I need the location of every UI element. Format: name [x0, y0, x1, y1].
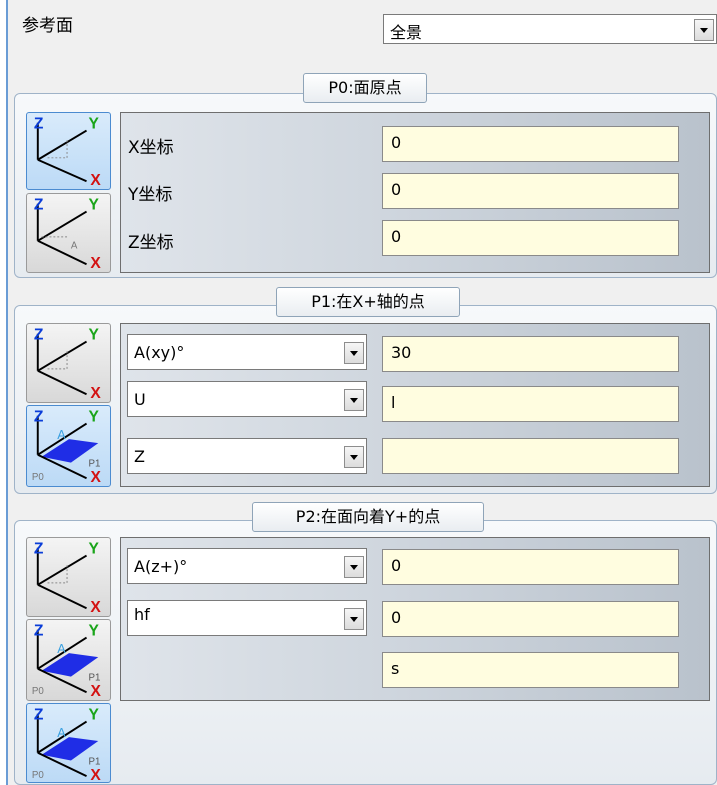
x-axis-label: X — [90, 469, 101, 486]
p1-angle-select[interactable]: A(xy)° — [127, 334, 367, 370]
angle-label: A — [57, 428, 66, 442]
axes-origin-icon: Z Y X — [34, 116, 102, 189]
axes-angle-icon: Z Y A X — [34, 197, 102, 272]
p1-axis-icon-button[interactable]: Z Y X — [26, 323, 111, 403]
axis-origin-icon-button[interactable]: Z Y X — [26, 112, 111, 190]
p2-hf-select-value: hf — [134, 605, 150, 624]
plane-p0-p1-icon: Z Y A P0 P1 X — [32, 409, 102, 486]
left-edge-bar — [0, 0, 8, 785]
y-coord-label: Y坐标 — [128, 185, 173, 205]
view-select[interactable]: 全景 — [383, 14, 717, 44]
p2-hf-select[interactable]: hf — [127, 600, 367, 636]
chevron-down-icon[interactable] — [344, 608, 364, 630]
chevron-down-icon[interactable] — [694, 19, 714, 41]
axis-angle-icon-button[interactable]: Z Y A X — [26, 193, 111, 273]
y-axis-label: Y — [89, 409, 100, 426]
chevron-down-icon[interactable] — [344, 556, 364, 578]
y-axis-label: Y — [88, 541, 99, 558]
p1-z-field[interactable] — [382, 438, 679, 474]
z-axis-label: Z — [34, 116, 44, 133]
view-select-value: 全景 — [390, 23, 423, 42]
y-axis-label: Y — [88, 197, 99, 214]
y-axis-label: Y — [88, 707, 99, 724]
x-axis-label: X — [90, 767, 101, 782]
x-axis-label: X — [90, 599, 101, 616]
p1-z-select[interactable]: Z — [127, 438, 367, 474]
axes-origin-icon: Z Y X — [34, 541, 102, 616]
x-axis-label: X — [90, 683, 101, 700]
y-axis-label: Y — [89, 623, 100, 640]
p1-z-select-value: Z — [134, 447, 145, 466]
chevron-down-icon[interactable] — [344, 389, 364, 411]
p2-hf-field[interactable]: 0 — [382, 601, 679, 637]
z-axis-label: Z — [34, 623, 44, 640]
p2-s-field[interactable]: s — [382, 652, 679, 688]
p1-point-label: P1 — [89, 458, 101, 469]
x-axis-label: X — [90, 172, 101, 189]
angle-label: A — [57, 726, 66, 740]
p1-angle-field[interactable]: 30 — [382, 336, 679, 372]
y-axis-label: Y — [88, 116, 99, 133]
y-axis-label: Y — [88, 327, 99, 344]
z-axis-label: Z — [34, 409, 44, 426]
p0-point-label: P0 — [32, 472, 45, 483]
z-axis-label: Z — [34, 707, 44, 724]
x-coord-label: X坐标 — [128, 138, 174, 158]
z-axis-label: Z — [34, 197, 44, 214]
p2-plane-icon-button[interactable]: Z Y A P0 P1 X — [26, 619, 111, 701]
p0-point-label: P0 — [32, 686, 45, 697]
chevron-down-icon[interactable] — [344, 342, 364, 364]
p1-u-select-value: U — [134, 390, 146, 409]
chevron-down-icon[interactable] — [344, 446, 364, 468]
p2-title: P2:在面向着Y+的点 — [252, 502, 484, 532]
plane-p0-p1-icon: Z Y A P0 P1 X — [32, 623, 102, 700]
x-axis-label: X — [90, 255, 101, 272]
x-axis-label: X — [90, 385, 101, 402]
p0-title: P0:面原点 — [303, 73, 427, 103]
p0-point-label: P0 — [32, 770, 45, 781]
p1-point-label: P1 — [89, 672, 101, 683]
p2-plane-active-icon-button[interactable]: Z Y A P0 P1 X — [26, 703, 111, 783]
p2-axis-icon-button[interactable]: Z Y X — [26, 537, 111, 617]
p1-plane-icon-button[interactable]: Z Y A P0 P1 X — [26, 405, 111, 487]
z-axis-label: Z — [34, 541, 44, 558]
p1-angle-select-value: A(xy)° — [134, 343, 185, 362]
angle-label: A — [71, 241, 78, 252]
p2-angle-select-value: A(z+)° — [134, 557, 188, 576]
reference-label: 参考面 — [22, 16, 73, 36]
p2-angle-field[interactable]: 0 — [382, 549, 679, 585]
p1-title: P1:在X+轴的点 — [276, 287, 460, 317]
p2-angle-select[interactable]: A(z+)° — [127, 548, 367, 584]
y-coord-field[interactable]: 0 — [382, 173, 679, 209]
plane-p0-p1-icon: Z Y A P0 P1 X — [32, 707, 101, 782]
axes-origin-icon: Z Y X — [34, 327, 102, 402]
p1-point-label: P1 — [88, 756, 100, 767]
z-coord-field[interactable]: 0 — [382, 220, 679, 256]
p1-u-select[interactable]: U — [127, 381, 367, 417]
p1-u-field[interactable]: l — [382, 386, 679, 422]
z-coord-label: Z坐标 — [128, 233, 174, 253]
x-coord-field[interactable]: 0 — [382, 126, 679, 162]
z-axis-label: Z — [34, 327, 44, 344]
angle-label: A — [57, 642, 66, 656]
